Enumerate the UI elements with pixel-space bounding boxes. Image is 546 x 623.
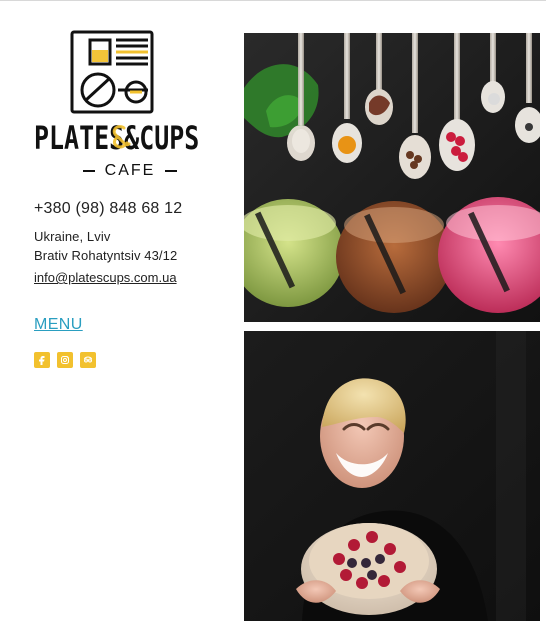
facebook-icon[interactable] — [34, 352, 50, 368]
cafe-label: CAFE — [104, 162, 156, 179]
brand-subtitle: CAFE — [66, 161, 194, 181]
address-line-2: Brativ Rohatyntsiv 43/12 — [34, 248, 178, 263]
photo-spoons-drinks — [244, 33, 540, 322]
menu-link[interactable]: MENU — [34, 316, 83, 334]
logo[interactable] — [70, 30, 154, 114]
brand-wordmark[interactable]: PLATES&CUPS — [34, 120, 199, 156]
divider-dash-left — [82, 170, 95, 172]
phone-number[interactable]: +380 (98) 848 68 12 — [34, 200, 182, 218]
photo-person-cake — [244, 331, 540, 621]
address-line-1: Ukraine, Lviv — [34, 229, 111, 244]
email-link[interactable]: info@platescups.com.ua — [34, 270, 177, 285]
social-links — [34, 352, 96, 368]
top-divider — [0, 0, 546, 1]
instagram-icon[interactable] — [57, 352, 73, 368]
divider-dash-right — [165, 170, 178, 172]
tripadvisor-icon[interactable] — [80, 352, 96, 368]
ampersand-icon — [106, 122, 134, 150]
